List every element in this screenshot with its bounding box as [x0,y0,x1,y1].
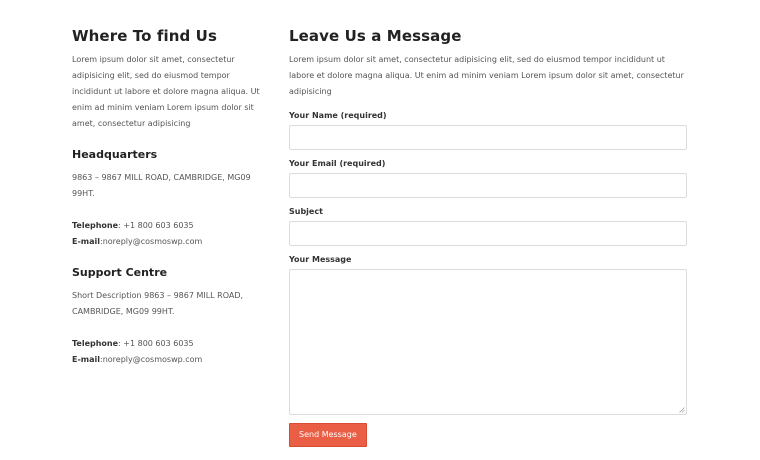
support-description: Short Description 9863 – 9867 MILL ROAD,… [72,291,244,316]
message-textarea[interactable] [289,269,687,415]
email-value: :noreply@cosmoswp.com [100,355,203,364]
location-column: Where To find Us Lorem ipsum dolor sit a… [72,27,262,368]
location-title: Where To find Us [72,27,217,45]
subject-input[interactable] [289,221,687,246]
name-label: Your Name (required) [289,111,387,120]
telephone-label: Telephone [72,221,119,230]
headquarters-telephone: Telephone: +1 800 603 6035 [72,218,262,234]
headquarters-heading: Headquarters [72,148,158,161]
message-textarea-wrapper [289,269,687,415]
form-title: Leave Us a Message [289,27,462,45]
location-intro: Lorem ipsum dolor sit amet, consectetur … [72,55,260,128]
name-input[interactable] [289,125,687,150]
email-label: Your Email (required) [289,159,386,168]
subject-field-group: Subject [289,206,687,246]
support-email: E-mail:noreply@cosmoswp.com [72,352,262,368]
telephone-value: : +1 800 603 6035 [118,221,194,230]
send-message-button[interactable]: Send Message [289,423,367,447]
email-label: E-mail [72,237,101,246]
support-heading: Support Centre [72,266,168,279]
contact-form: Your Name (required) Your Email (require… [289,110,687,447]
headquarters-email: E-mail:noreply@cosmoswp.com [72,234,262,250]
support-telephone: Telephone: +1 800 603 6035 [72,336,262,352]
form-intro: Lorem ipsum dolor sit amet, consectetur … [289,55,684,96]
message-form-column: Leave Us a Message Lorem ipsum dolor sit… [289,27,687,447]
email-field-group: Your Email (required) [289,158,687,198]
resize-handle-icon[interactable] [679,407,685,413]
name-field-group: Your Name (required) [289,110,687,150]
telephone-value: : +1 800 603 6035 [118,339,194,348]
message-field-group: Your Message [289,254,687,415]
subject-label: Subject [289,207,323,216]
email-label: E-mail [72,355,101,364]
telephone-label: Telephone [72,339,119,348]
contact-page: Where To find Us Lorem ipsum dolor sit a… [0,0,760,460]
email-input[interactable] [289,173,687,198]
headquarters-address: 9863 – 9867 MILL ROAD, CAMBRIDGE, MG09 9… [72,173,251,198]
message-label: Your Message [289,255,352,264]
email-value: :noreply@cosmoswp.com [100,237,203,246]
